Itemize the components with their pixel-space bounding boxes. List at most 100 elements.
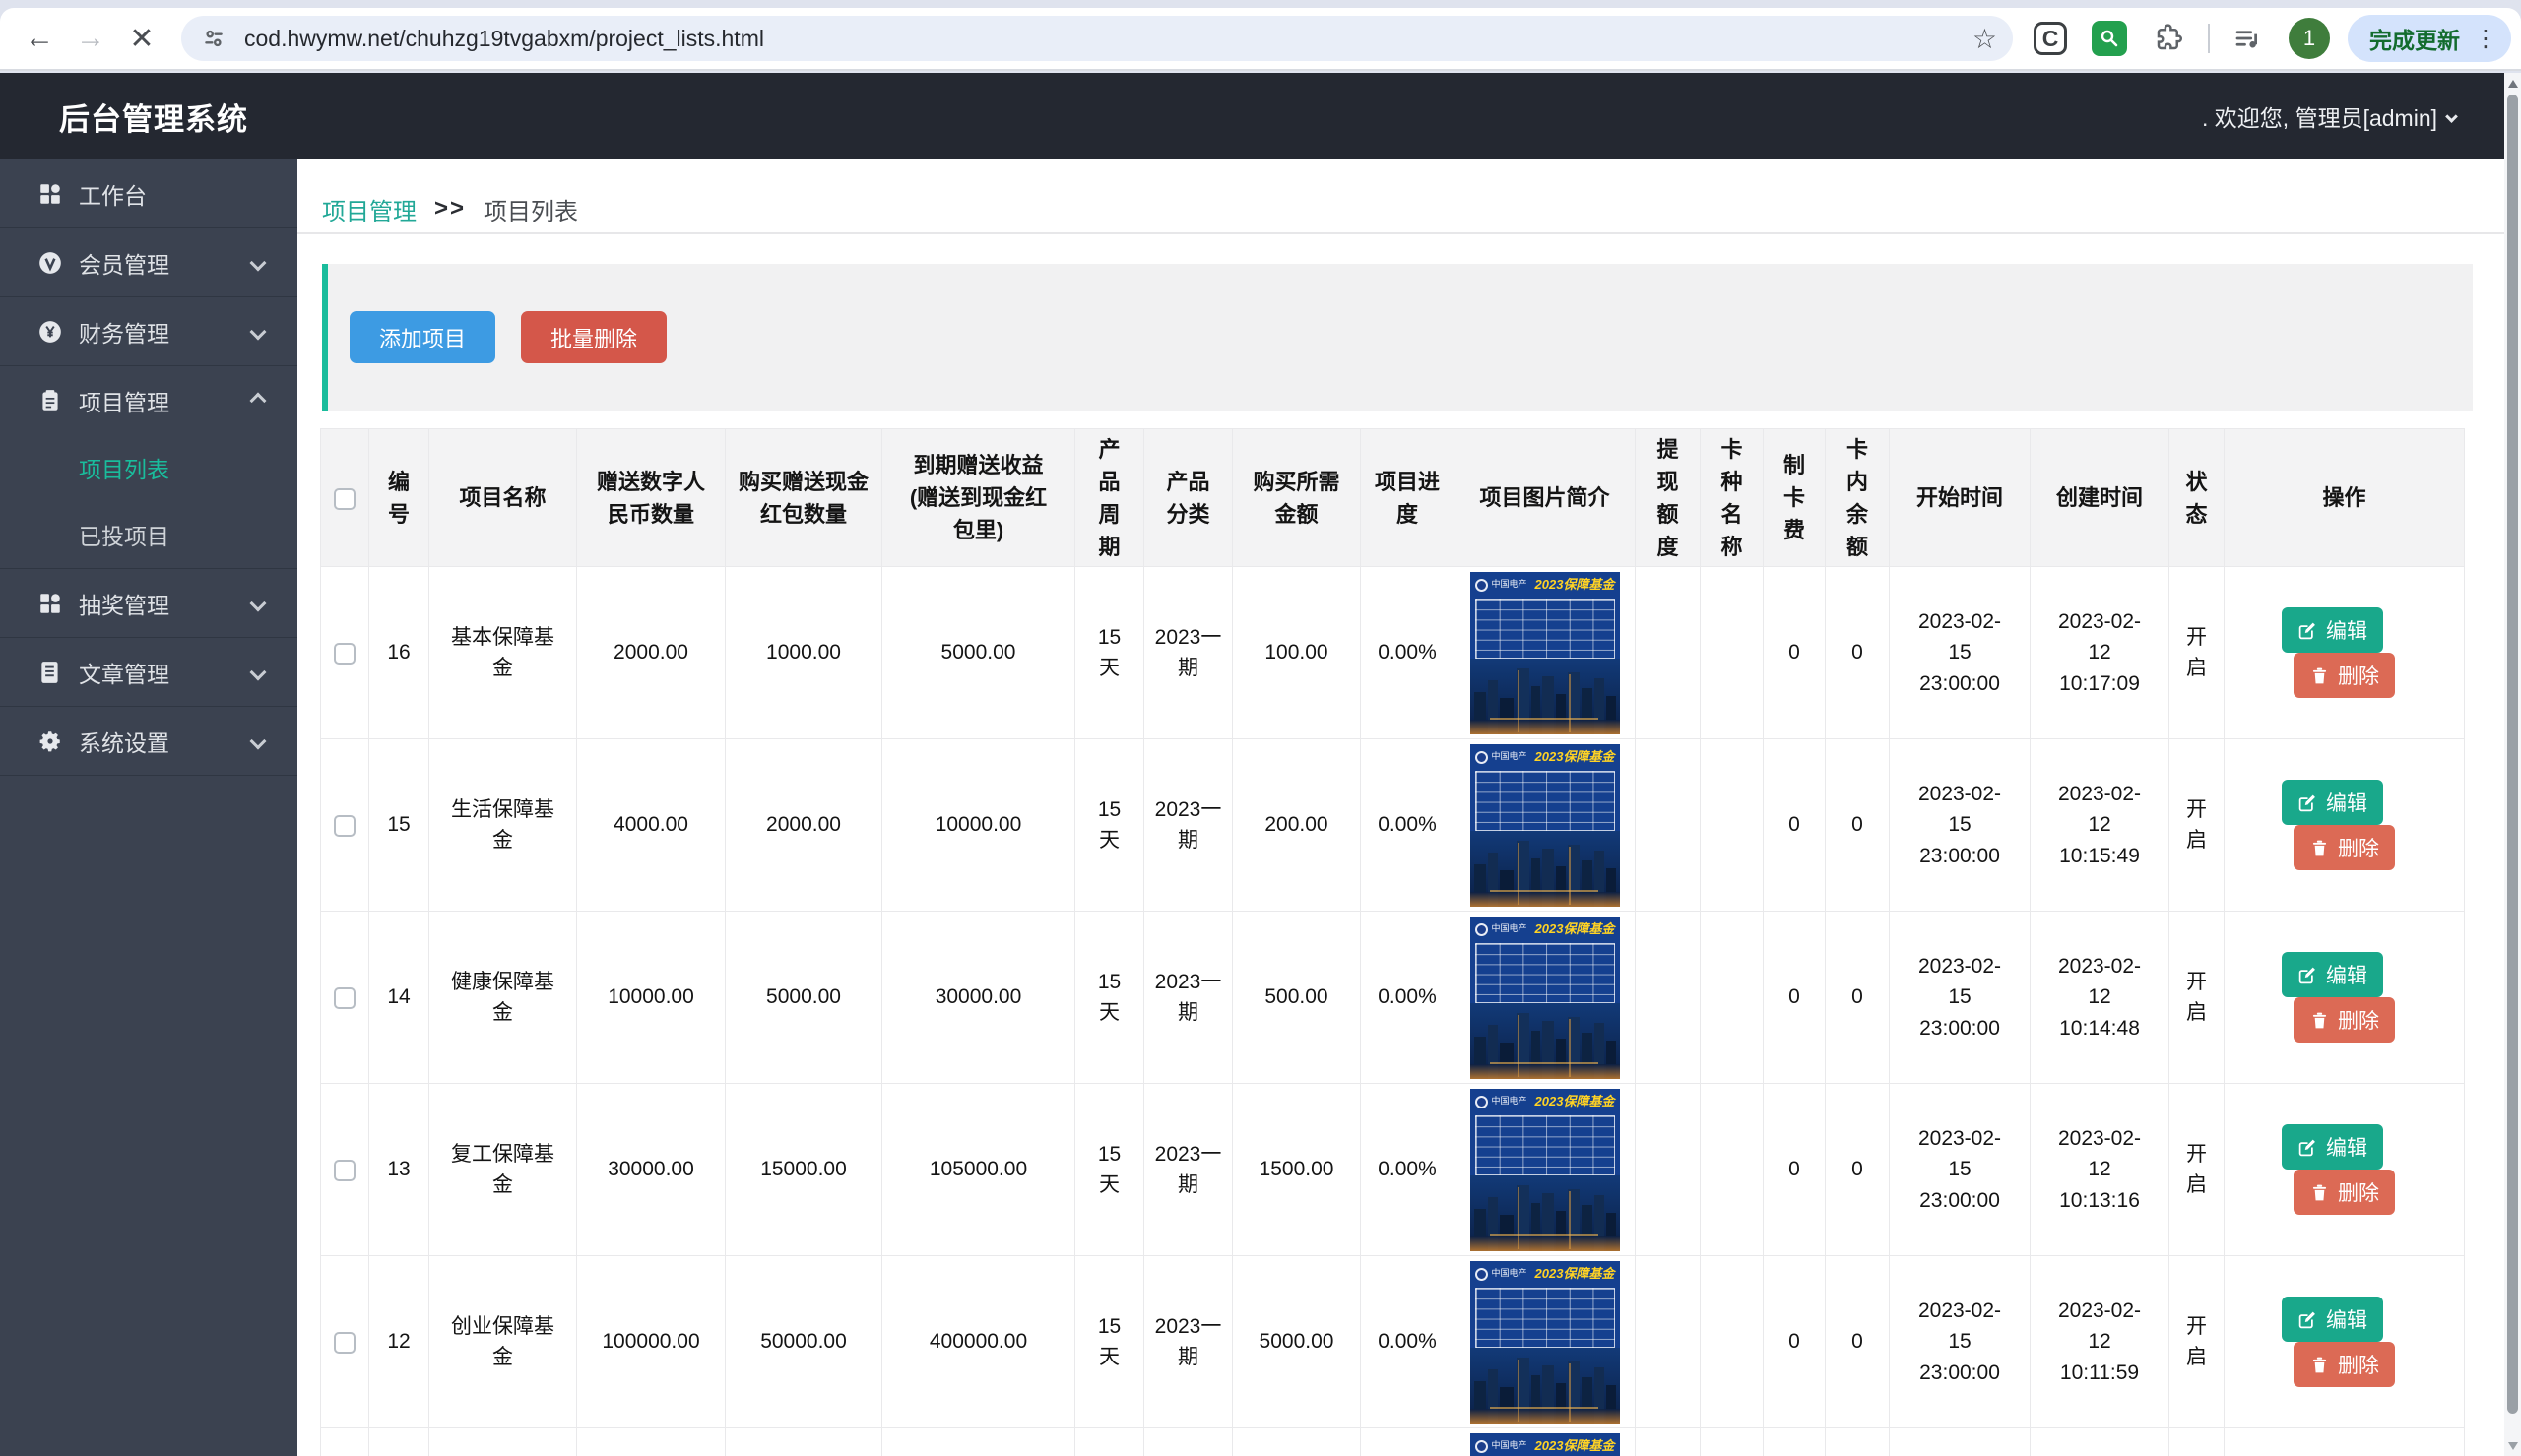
edit-button[interactable]: 编辑 xyxy=(2282,1124,2383,1170)
stop-button[interactable]: ✕ xyxy=(116,13,167,64)
update-button[interactable]: 完成更新 ⋮ xyxy=(2348,15,2511,62)
edit-button[interactable]: 编辑 xyxy=(2282,607,2383,653)
sidebar-item-财务管理[interactable]: 财务管理 xyxy=(0,297,297,365)
edit-button[interactable]: 编辑 xyxy=(2282,952,2383,997)
cell-card-name xyxy=(1701,912,1764,1084)
row-checkbox[interactable] xyxy=(334,815,356,837)
cell-withdraw-quota xyxy=(1636,912,1701,1084)
delete-button[interactable]: 删除 xyxy=(2294,653,2395,698)
cell-card-fee: 0 xyxy=(1764,912,1826,1084)
sidebar-subitem-项目列表[interactable]: 项目列表 xyxy=(0,434,297,501)
sidebar-item-抽奖管理[interactable]: 抽奖管理 xyxy=(0,569,297,637)
back-button[interactable]: ← xyxy=(14,13,65,64)
sidebar-item-label: 项目管理 xyxy=(79,384,169,417)
poster-rate-table xyxy=(1475,771,1615,831)
delete-button[interactable]: 删除 xyxy=(2294,825,2395,870)
cell-gift-digital-rmb: 100000.00 xyxy=(577,1256,726,1428)
delete-button[interactable]: 删除 xyxy=(2294,997,2395,1043)
project-poster-image: 中国电产2023保障基金 xyxy=(1470,572,1620,734)
sidebar-item-工作台[interactable]: 工作台 xyxy=(0,159,297,227)
edit-button[interactable]: 编辑 xyxy=(2282,780,2383,825)
cell-category: 2023一期 xyxy=(1144,1084,1233,1256)
column-header-6: 产品 分类 xyxy=(1144,429,1233,567)
cell-gift-cash-redpacket: 15000.00 xyxy=(726,1084,882,1256)
breadcrumb-section-link[interactable]: 项目管理 xyxy=(322,192,417,226)
cell-gift-digital-rmb: 2000.00 xyxy=(577,567,726,739)
table-row: 15生活保障基金4000.002000.0010000.0015天2023一期2… xyxy=(321,739,2465,912)
sidebar-item-文章管理[interactable]: 文章管理 xyxy=(0,638,297,706)
poster-rate-table xyxy=(1475,1288,1615,1348)
cell-withdraw-quota xyxy=(1636,1084,1701,1256)
row-checkbox[interactable] xyxy=(334,987,356,1009)
search-extension-icon[interactable] xyxy=(2088,17,2131,60)
cell-card-name xyxy=(1701,1428,1764,1456)
bookmark-star-icon[interactable]: ☆ xyxy=(1972,23,1997,55)
column-header-17: 操作 xyxy=(2225,429,2465,567)
batch-delete-button[interactable]: 批量删除 xyxy=(521,311,667,363)
select-all-checkbox[interactable] xyxy=(334,488,356,510)
poster-brand: 中国电产 xyxy=(1492,750,1527,764)
edit-button[interactable]: 编辑 xyxy=(2282,1297,2383,1342)
address-bar[interactable]: cod.hwymw.net/chuhzg19tvgabxm/project_li… xyxy=(181,16,2013,61)
media-playlist-icon[interactable] xyxy=(2226,17,2269,60)
user-menu[interactable]: . 欢迎您, 管理员[admin] xyxy=(2202,99,2456,133)
extension-c-icon[interactable]: C xyxy=(2029,17,2072,60)
profile-avatar[interactable]: 1 xyxy=(2289,18,2330,59)
browser-toolbar: ← → ✕ cod.hwymw.net/chuhzg19tvgabxm/proj… xyxy=(0,8,2521,71)
cell-expiry-income: 10000.00 xyxy=(882,739,1075,912)
cell-withdraw-quota xyxy=(1636,1256,1701,1428)
cell-amount: 5000.00 xyxy=(1233,1256,1361,1428)
poster-header: 中国电产2023保障基金 xyxy=(1470,1089,1620,1115)
poster-city-skyline xyxy=(1470,1003,1620,1079)
sidebar-item-项目管理[interactable]: 项目管理 xyxy=(0,366,297,434)
sidebar-group-6: 系统设置 xyxy=(0,707,297,776)
cell-start-time: 2023-02-15 23:00:00 xyxy=(1890,1084,2031,1256)
sidebar-group-5: 文章管理 xyxy=(0,638,297,707)
page-scrollbar[interactable] xyxy=(2504,73,2521,1456)
sidebar-item-label: 系统设置 xyxy=(79,725,169,758)
add-project-button[interactable]: 添加项目 xyxy=(350,311,495,363)
column-header-0: 编 号 xyxy=(369,429,429,567)
poster-logo-icon xyxy=(1475,1268,1488,1281)
project-poster-image: 中国电产2023保障基金 xyxy=(1470,744,1620,907)
row-select-cell xyxy=(321,739,369,912)
sidebar-subitem-已投项目[interactable]: 已投项目 xyxy=(0,501,297,568)
cell-actions: 编辑删除 xyxy=(2225,1256,2465,1428)
cell-status: 开启 xyxy=(2169,1256,2225,1428)
cell-card-balance: 0 xyxy=(1826,567,1890,739)
sidebar-group-0: 工作台 xyxy=(0,159,297,228)
chevron-down-icon xyxy=(2445,110,2458,123)
cell-card-balance: 0 xyxy=(1826,1084,1890,1256)
cell-cycle: 15天 xyxy=(1075,739,1144,912)
cell-category xyxy=(1144,1428,1233,1456)
sidebar-group-3: 项目管理项目列表已投项目 xyxy=(0,366,297,569)
site-settings-icon[interactable] xyxy=(197,22,230,55)
delete-button[interactable]: 删除 xyxy=(2294,1342,2395,1387)
browser-menu-icon[interactable]: ⋮ xyxy=(2474,25,2497,53)
forward-button[interactable]: → xyxy=(65,13,116,64)
poster-brand: 中国电产 xyxy=(1492,1095,1527,1108)
sidebar-item-会员管理[interactable]: 会员管理 xyxy=(0,228,297,296)
scrollbar-thumb[interactable] xyxy=(2507,95,2518,1414)
cell-name: 生活保障基金 xyxy=(429,739,577,912)
extensions-puzzle-icon[interactable] xyxy=(2147,17,2190,60)
cell-amount: 500.00 xyxy=(1233,912,1361,1084)
cell-gift-cash-redpacket: 2000.00 xyxy=(726,739,882,912)
sidebar-item-系统设置[interactable]: 系统设置 xyxy=(0,707,297,775)
sidebar-item-label: 抽奖管理 xyxy=(79,587,169,620)
table-row: 14健康保障基金10000.005000.0030000.0015天2023一期… xyxy=(321,912,2465,1084)
row-checkbox[interactable] xyxy=(334,643,356,665)
poster-city-skyline xyxy=(1470,659,1620,734)
chevron-down-icon xyxy=(250,323,267,340)
column-header-12: 制 卡 费 xyxy=(1764,429,1826,567)
row-checkbox[interactable] xyxy=(334,1332,356,1354)
scrollbar-up-arrow[interactable] xyxy=(2504,75,2521,92)
row-checkbox[interactable] xyxy=(334,1160,356,1181)
column-header-13: 卡 内 余 额 xyxy=(1826,429,1890,567)
delete-button[interactable]: 删除 xyxy=(2294,1170,2395,1215)
cell-progress xyxy=(1361,1428,1454,1456)
project-table: 编 号项目名称赠送数字人 民币数量购买赠送现金 红包数量到期赠送收益 (赠送到现… xyxy=(320,428,2465,1456)
cell-card-fee xyxy=(1764,1428,1826,1456)
scrollbar-down-arrow[interactable] xyxy=(2504,1437,2521,1454)
cell-start-time: 2023-02-15 23:00:00 xyxy=(1890,567,2031,739)
